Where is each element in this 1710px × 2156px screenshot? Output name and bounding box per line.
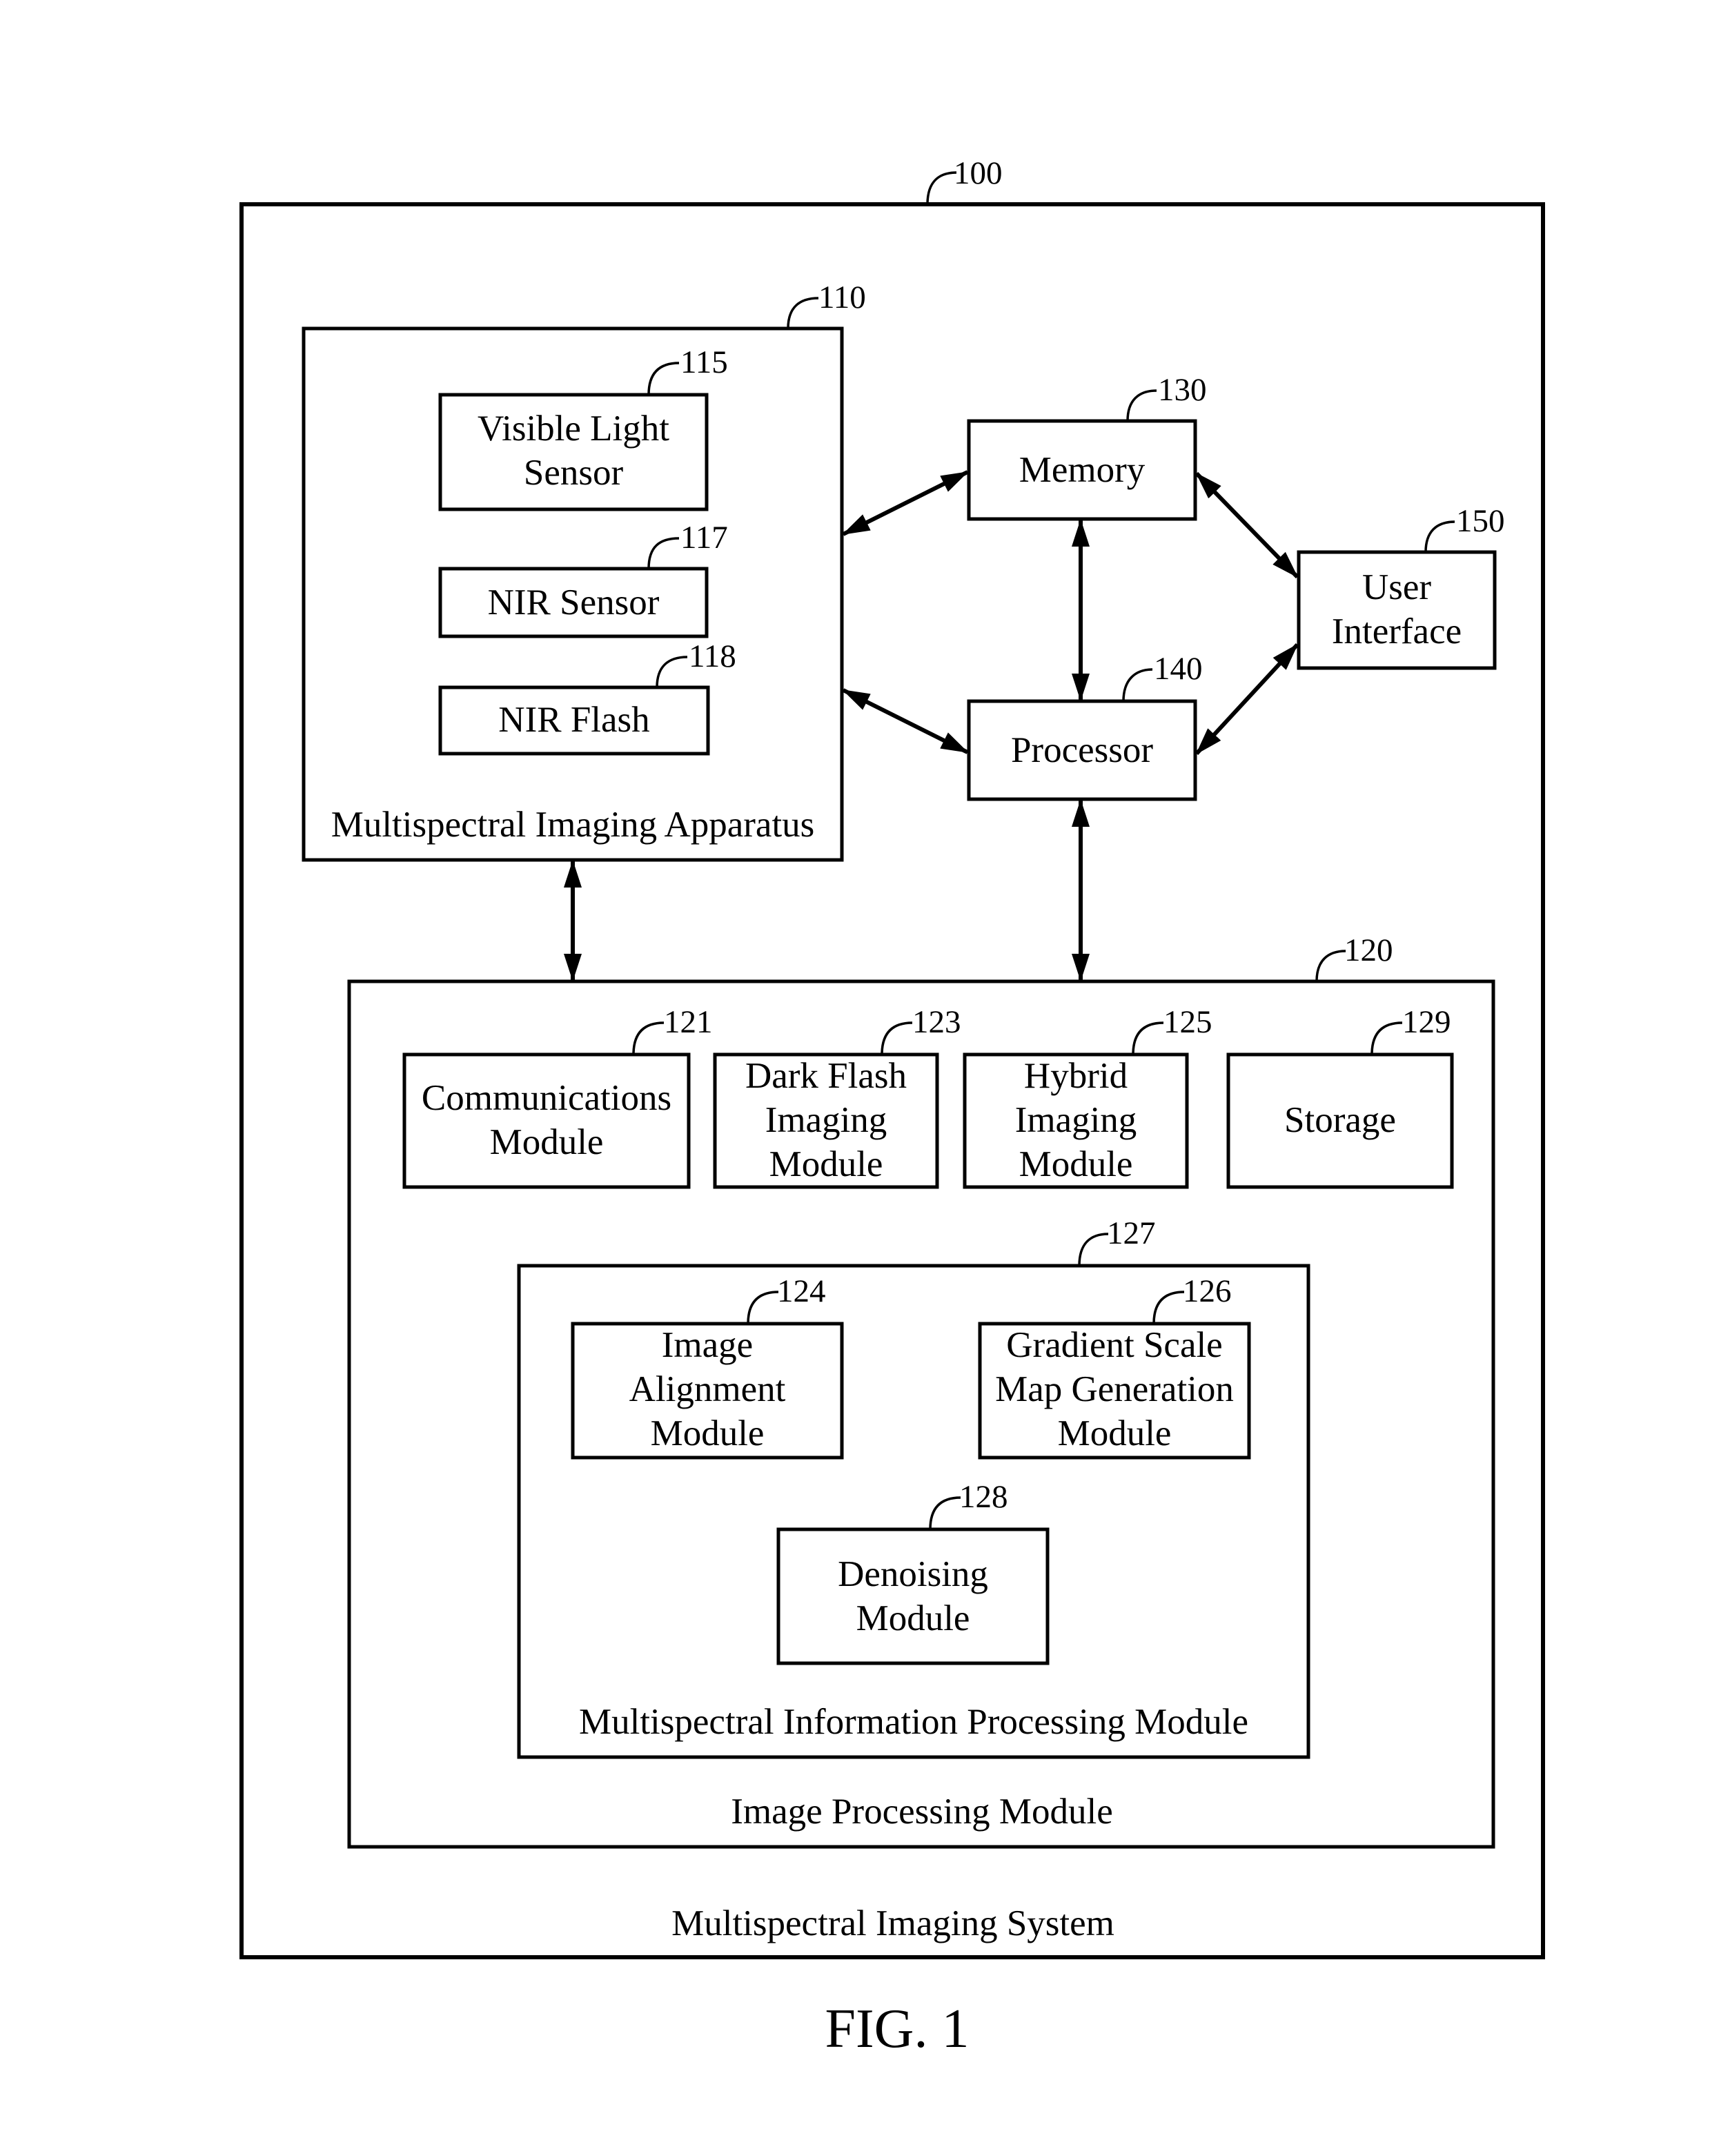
- gradient-scale-line-1: Gradient Scale: [1006, 1325, 1222, 1365]
- memory: Memory 130: [967, 372, 1207, 521]
- arrow-apparatus-memory: [842, 470, 969, 536]
- denoising-line-2: Module: [856, 1598, 970, 1638]
- ref-number-128: 128: [959, 1479, 1008, 1515]
- image-processing-module: 120 Image Processing Module Communicatio…: [347, 932, 1495, 1849]
- nir-flash-line-1: NIR Flash: [498, 700, 649, 740]
- communications-module-line-1: Communications: [422, 1078, 671, 1118]
- communications-module-box: [402, 1052, 691, 1189]
- dark-flash-line-1: Dark Flash: [745, 1056, 907, 1096]
- ref-leader-130: [1126, 389, 1157, 422]
- storage-label: Storage: [1284, 1100, 1396, 1140]
- image-alignment-line-2: Alignment: [629, 1369, 786, 1409]
- gradient-scale-line-2: Map Generation: [995, 1369, 1234, 1409]
- ref-number-125: 125: [1163, 1004, 1212, 1040]
- ref-leader-110: [787, 297, 819, 329]
- hybrid-line-2: Imaging: [1015, 1100, 1137, 1140]
- block-diagram: 100 Multispectral Imaging System 110 Mul…: [239, 155, 1545, 2059]
- image-alignment-line-1: Image: [662, 1325, 753, 1365]
- ref-number-118: 118: [689, 638, 736, 674]
- arrow-processor-user-interface: [1195, 643, 1299, 756]
- denoising-module-box: [776, 1527, 1050, 1665]
- arrow-memory-user-interface: [1195, 471, 1299, 579]
- user-interface: User Interface 150: [1297, 503, 1505, 670]
- ref-leader-100: [926, 171, 957, 205]
- memory-label: Memory: [1019, 450, 1146, 490]
- user-interface-line-2: Interface: [1332, 611, 1462, 651]
- ref-number-129: 129: [1402, 1004, 1451, 1040]
- multispectral-info-processing-module: 127 Multispectral Information Processing…: [517, 1215, 1310, 1759]
- image-alignment-line-3: Module: [651, 1413, 765, 1453]
- arrow-apparatus-processor: [842, 688, 969, 754]
- ref-number-117: 117: [680, 520, 728, 556]
- ref-leader-150: [1424, 520, 1455, 553]
- multispectral-info-label: Multispectral Information Processing Mod…: [579, 1702, 1248, 1742]
- ref-number-115: 115: [680, 344, 728, 380]
- ref-leader-120: [1315, 950, 1346, 982]
- ref-number-121: 121: [664, 1004, 713, 1040]
- system-label: Multispectral Imaging System: [671, 1903, 1114, 1943]
- communications-module-line-2: Module: [490, 1122, 604, 1162]
- processor: Processor 140: [967, 651, 1203, 801]
- nir-sensor-line-1: NIR Sensor: [488, 582, 660, 623]
- image-processing-label: Image Processing Module: [731, 1792, 1112, 1832]
- ref-number-140: 140: [1154, 651, 1203, 687]
- ref-number-123: 123: [912, 1004, 961, 1040]
- imaging-apparatus-box: 110 Multispectral Imaging Apparatus Visi…: [302, 280, 866, 862]
- ref-number-126: 126: [1183, 1273, 1232, 1309]
- ref-number-127: 127: [1107, 1215, 1156, 1251]
- visible-light-sensor-line-1: Visible Light: [478, 409, 669, 449]
- ref-number-124: 124: [777, 1273, 826, 1309]
- dark-flash-line-3: Module: [769, 1144, 883, 1184]
- ref-number-150: 150: [1456, 503, 1505, 539]
- ref-number-130: 130: [1158, 372, 1207, 408]
- hybrid-line-3: Module: [1019, 1144, 1133, 1184]
- ref-number-100: 100: [954, 155, 1003, 191]
- user-interface-line-1: User: [1362, 567, 1431, 607]
- apparatus-label: Multispectral Imaging Apparatus: [331, 805, 815, 845]
- hybrid-line-1: Hybrid: [1024, 1056, 1128, 1096]
- processor-label: Processor: [1011, 730, 1153, 770]
- dark-flash-line-2: Imaging: [765, 1100, 887, 1140]
- ref-number-110: 110: [818, 280, 866, 315]
- ref-number-120: 120: [1344, 932, 1393, 968]
- denoising-line-1: Denoising: [838, 1554, 988, 1594]
- figure-caption: FIG. 1: [825, 1999, 970, 2059]
- ref-leader-140: [1122, 668, 1153, 702]
- visible-light-sensor-line-2: Sensor: [524, 453, 624, 493]
- gradient-scale-line-3: Module: [1058, 1413, 1172, 1453]
